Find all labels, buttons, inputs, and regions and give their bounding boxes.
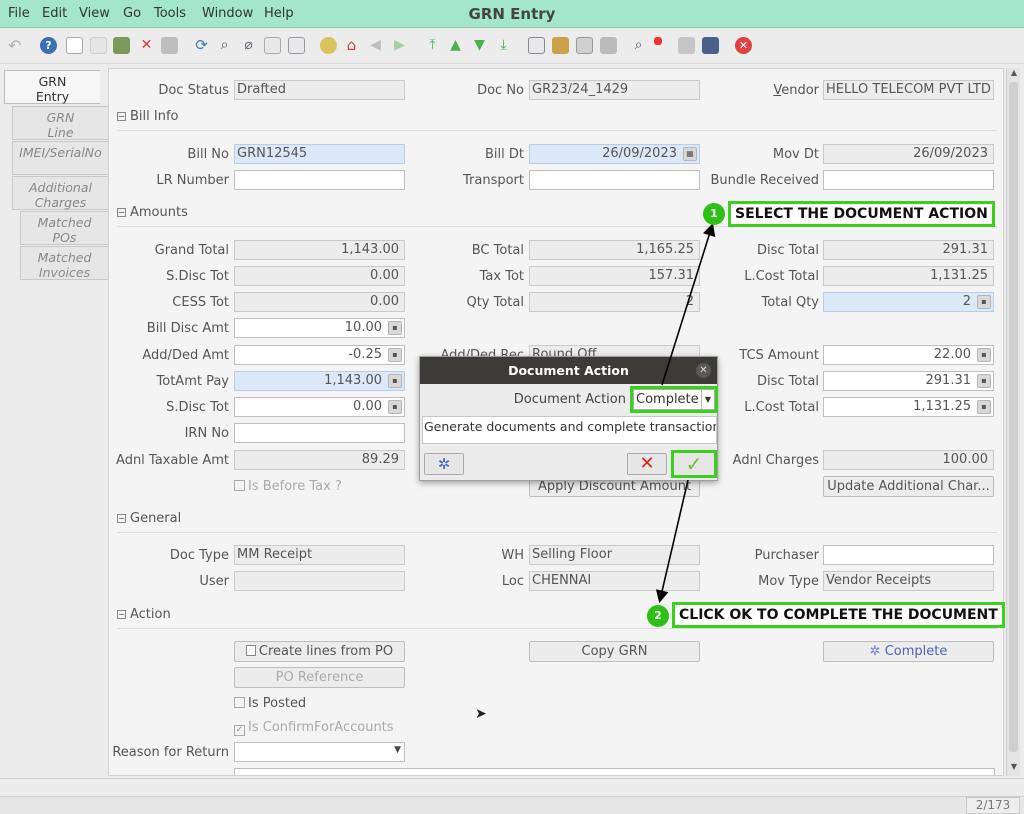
arrow-to-callout-1 bbox=[661, 222, 716, 386]
callout-1-badge: 1 bbox=[703, 203, 725, 225]
callout-2-badge: 2 bbox=[647, 605, 669, 627]
callout-1: SELECT THE DOCUMENT ACTION bbox=[728, 201, 995, 227]
arrow-to-callout-2 bbox=[655, 479, 689, 604]
annotation-arrows bbox=[655, 222, 716, 604]
callout-2: CLICK OK TO COMPLETE THE DOCUMENT bbox=[672, 602, 1005, 628]
